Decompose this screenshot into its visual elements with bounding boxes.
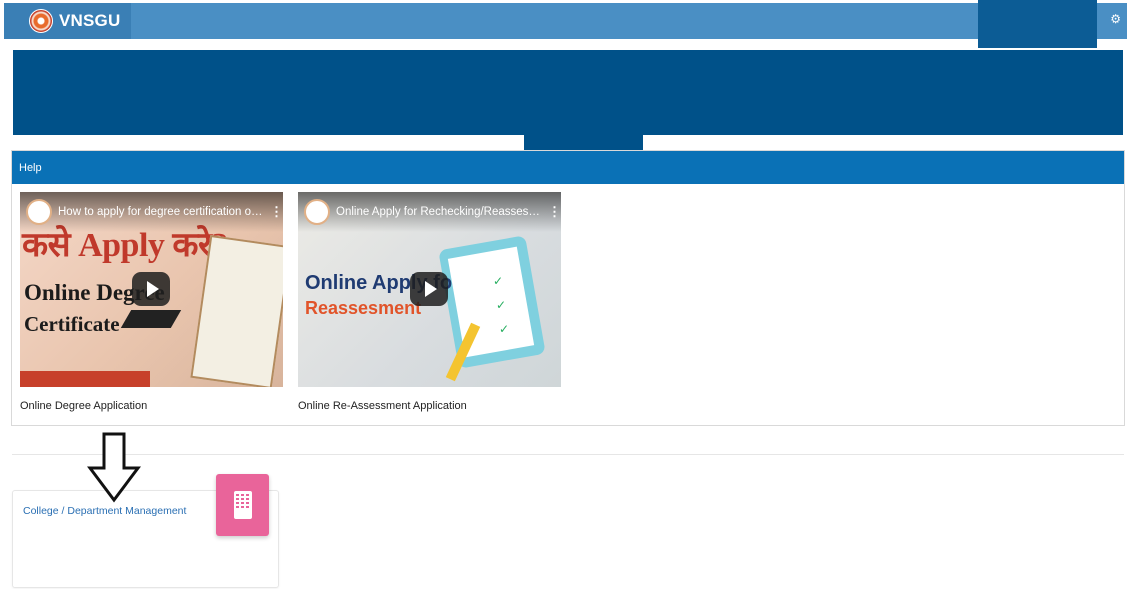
video-caption[interactable]: Online Re-Assessment Application [298,400,467,412]
video-degree-application[interactable]: कसे Apply करे? Online Degree Certificate… [20,192,283,387]
thumb-line-2: Certificate [24,312,120,336]
arrow-down-icon [87,432,141,503]
top-navbar: VNSGU ⚙ [4,3,1127,39]
gear-icon[interactable]: ⚙ [1110,12,1121,26]
check-icon: ✓ [499,322,510,336]
video-reassessment-application[interactable]: ✓ ✓ ✓ Online Apply fo Reassesment Online… [298,192,561,387]
thumb-line-2: Reassesment [305,298,422,318]
channel-avatar[interactable] [304,199,330,225]
card-label[interactable]: College / Department Management [23,505,186,517]
help-panel-header: Help [12,151,1124,184]
brand-name: VNSGU [59,11,121,30]
more-options-icon[interactable]: ⋮ [270,204,283,220]
more-options-icon[interactable]: ⋮ [548,204,561,220]
university-logo-icon [29,9,53,33]
play-icon[interactable] [132,272,170,306]
section-divider [12,454,1124,455]
graduation-cap-icon [120,310,182,328]
video-title[interactable]: Online Apply for Rechecking/Reassessme..… [336,206,542,218]
thumb-footer-strip [20,371,150,387]
video-title-bar: How to apply for degree certification on… [20,192,283,232]
video-title-bar: Online Apply for Rechecking/Reassessme..… [298,192,561,232]
video-title[interactable]: How to apply for degree certification on… [58,206,264,218]
header-banner [13,50,1123,135]
check-icon: ✓ [496,298,507,312]
user-menu-area[interactable] [978,0,1097,48]
help-panel: Help कसे Apply करे? Online Degree Certif… [11,150,1125,426]
video-caption[interactable]: Online Degree Application [20,400,147,412]
channel-avatar[interactable] [26,199,52,225]
check-icon: ✓ [493,274,504,288]
play-icon[interactable] [410,272,448,306]
brand-link[interactable]: VNSGU [4,3,131,39]
building-icon[interactable] [216,474,269,536]
